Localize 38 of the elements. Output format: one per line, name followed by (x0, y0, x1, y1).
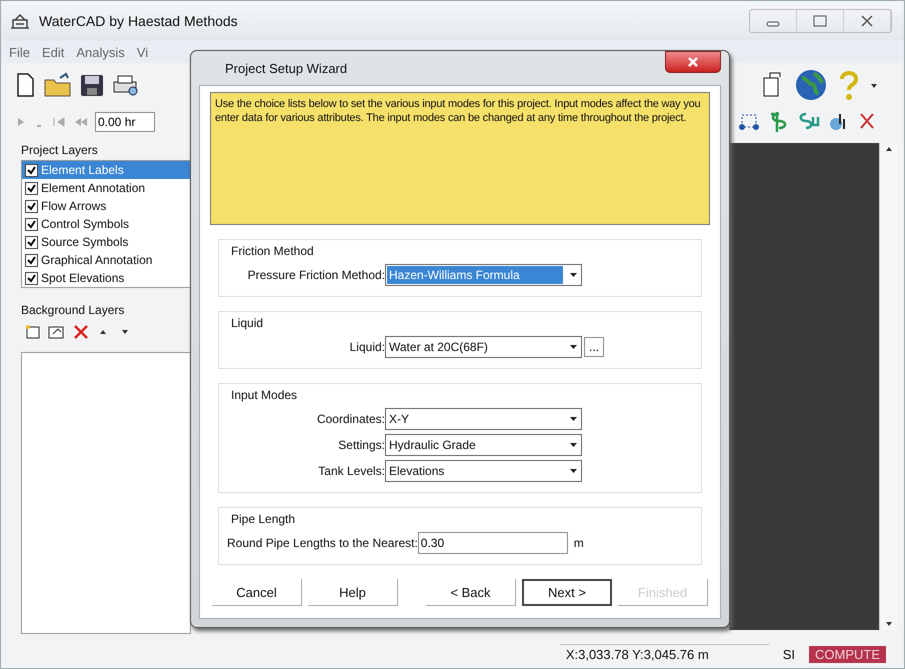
menu-item[interactable]: Vi (136, 44, 148, 60)
input-field[interactable]: 0.30 (418, 532, 568, 554)
dropdown[interactable]: Elevations (385, 460, 582, 482)
instructions-text: Use the choice lists below to set the various input modes for this project. Input modes affect the way you enter data for various attributes. The input modes can be changed at any time throughout the project. (210, 92, 710, 225)
panel-heading: Project Layers (21, 143, 99, 157)
browse-button[interactable]: ... (584, 337, 604, 357)
dropdown[interactable]: Hydraulic Grade (385, 434, 582, 456)
field-label: Tank Levels: (317, 464, 385, 478)
layer-item[interactable]: Spot Elevations (22, 269, 190, 287)
layer-item[interactable]: Graphical Annotation (22, 251, 190, 269)
menu-item[interactable]: File (9, 44, 30, 60)
dropdown[interactable]: X-Y (385, 408, 582, 430)
layer-item[interactable]: Control Symbols (22, 215, 190, 233)
unit-system: SI (782, 646, 795, 662)
coordinates-readout: X:3,033.78 Y:3,045.76 m (560, 644, 769, 664)
field-label: Round Pipe Lengths to the Nearest: (226, 536, 418, 550)
dialog-button[interactable]: < Back (426, 579, 516, 606)
dialog-button[interactable]: Next > (522, 579, 612, 606)
field-label: Liquid: (348, 340, 385, 354)
field-label: Pressure Friction Method: (246, 268, 385, 282)
layer-item[interactable]: Flow Arrows (22, 197, 190, 215)
dialog-button[interactable]: Help (308, 579, 398, 606)
layer-item[interactable]: Element Annotation (22, 179, 190, 197)
field-label: Settings: (337, 438, 385, 452)
dropdown[interactable]: Hazen-Williams Formula (385, 264, 582, 286)
menu-item[interactable]: Edit (42, 44, 64, 60)
dropdown[interactable]: Water at 20C(68F) (385, 336, 582, 358)
layer-item[interactable]: Element Labels (22, 161, 190, 179)
field-label: Coordinates: (316, 412, 385, 426)
window-title: WaterCAD by Haestad Methods (39, 13, 239, 29)
panel-heading: Background Layers (21, 303, 126, 317)
menu-item[interactable]: Analysis (76, 44, 125, 60)
compute-indicator: COMPUTE (809, 646, 886, 662)
layer-item[interactable]: Source Symbols (22, 233, 190, 251)
dialog-title: Project Setup Wizard (225, 60, 348, 76)
time-field[interactable]: 0.00 hr (95, 112, 155, 132)
dialog-button[interactable]: Cancel (212, 579, 302, 606)
unit-label: m (574, 536, 584, 550)
